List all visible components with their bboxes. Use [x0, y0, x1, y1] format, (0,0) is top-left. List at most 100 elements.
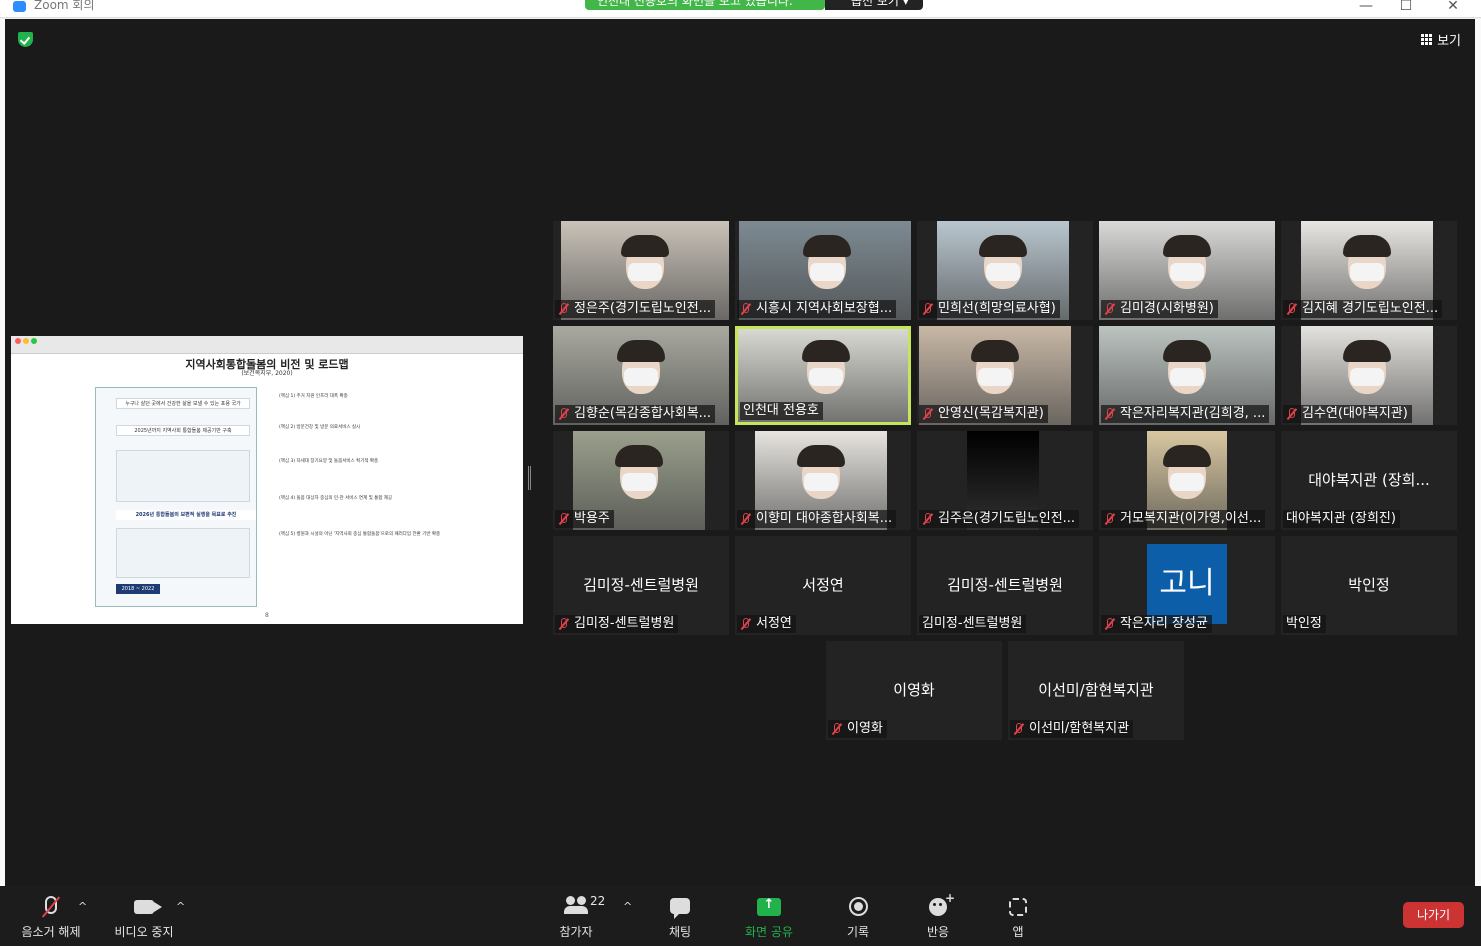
split-resize-handle[interactable] — [528, 466, 531, 490]
participant-tile[interactable]: 김미경(시화병원) — [1099, 221, 1275, 320]
share-screen-button[interactable]: 화면 공유 — [738, 886, 800, 946]
view-label: 보기 — [1437, 34, 1461, 49]
vision-diagram: 누구나 살던 곳에서 건강한 삶을 보낼 수 있는 포용 국가 2025년까지 … — [95, 387, 257, 607]
profile-avatar: 고니 — [1147, 544, 1227, 624]
participant-name: 이영화 — [847, 721, 883, 736]
participant-nameplate: 김미정-센트럴병원 — [919, 615, 1027, 633]
participant-tile[interactable]: 작은자리복지관(김희경, ... — [1099, 326, 1275, 425]
participant-nameplate: 시흥시 지역사회보장협... — [737, 300, 897, 318]
participant-tile[interactable]: 인천대 전용호 — [735, 326, 911, 425]
participant-tile[interactable]: 박용주 — [553, 431, 729, 530]
participant-nameplate: 김주은(경기도립노인전... — [919, 510, 1080, 528]
zoom-dot-icon — [31, 338, 37, 344]
participant-nameplate: 김지혜 경기도립노인전... — [1283, 300, 1443, 318]
viewer-toolbar — [11, 336, 523, 354]
body-item: (핵심 5) 병원과 시설의 아닌 '지역사회 중심 통합돌봄'으로의 패러다임… — [279, 532, 441, 537]
participant-nameplate: 안영신(목감복지관) — [919, 405, 1048, 423]
participant-tile[interactable]: 김주은(경기도립노인전... — [917, 431, 1093, 530]
participant-tile[interactable]: 김미정-센트럴병원 김미정-센트럴병원 — [917, 536, 1093, 635]
participant-tile[interactable]: 이선미/함현복지관 이선미/함현복지관 — [1008, 641, 1184, 740]
participant-tile[interactable]: 거모복지관(이가영,이선... — [1099, 431, 1275, 530]
chat-button[interactable]: 채팅 — [658, 886, 702, 946]
hair — [617, 340, 665, 362]
hair — [615, 445, 663, 467]
hair — [1343, 235, 1391, 257]
microphone-muted-icon — [740, 303, 751, 315]
meeting-toolbar: 음소거 해제 ^ 비디오 중지 ^ 22 참가자 ^ 채팅 화면 공유 기록 반… — [0, 886, 1481, 946]
hair — [621, 235, 669, 257]
participant-display-name: 이선미/함현복지관 — [1038, 681, 1154, 699]
participant-tile[interactable]: 김미정-센트럴병원 김미정-센트럴병원 — [553, 536, 729, 635]
stop-video-button[interactable]: 비디오 중지 — [108, 886, 180, 946]
hair — [803, 235, 851, 257]
viewing-notice: 인천대 전용호의 화면을 보고 있습니다. — [585, 0, 825, 10]
participant-tile[interactable]: 이영화 이영화 — [826, 641, 1002, 740]
participant-nameplate: 대야복지관 (장희진) — [1283, 510, 1400, 528]
record-button[interactable]: 기록 — [836, 886, 880, 946]
view-button[interactable]: 보기 — [1421, 30, 1461, 49]
microphone-muted-icon — [1286, 303, 1297, 315]
participant-tile[interactable]: 김향순(목감종합사회복... — [553, 326, 729, 425]
participant-tile[interactable]: 안영신(목감복지관) — [917, 326, 1093, 425]
face-mask — [1350, 368, 1384, 386]
participant-tile[interactable]: 민희선(희망의료사협) — [917, 221, 1093, 320]
minimize-button[interactable]: — — [1356, 0, 1376, 14]
period-label: 2018 ~ 2022 — [116, 584, 160, 594]
microphone-muted-icon — [1104, 303, 1115, 315]
participant-name: 이선미/함현복지관 — [1029, 721, 1130, 736]
body-item: (핵심 3) 차세대 장기요양 및 돌봄서비스 획기적 확충 — [279, 459, 379, 464]
view-options-button[interactable]: 옵션 보기 ▾ — [825, 0, 923, 10]
participant-nameplate: 작은자리 장성균 — [1101, 615, 1212, 633]
participants-options-chevron-icon[interactable]: ^ — [623, 900, 632, 913]
security-shield-icon[interactable] — [18, 32, 33, 47]
face-mask — [628, 263, 662, 281]
close-dot-icon — [15, 338, 21, 344]
participant-tile[interactable]: 박인정 박인정 — [1281, 536, 1457, 635]
unmute-label: 음소거 해제 — [21, 925, 81, 939]
hair — [971, 340, 1019, 362]
slide-page-number: 8 — [265, 612, 269, 619]
leave-button[interactable]: 나가기 — [1403, 902, 1464, 928]
hair — [1163, 340, 1211, 362]
shared-screen[interactable]: 지역사회통합돌봄의 비전 및 로드맵 (보건복지부, 2020) 누구나 살던 … — [11, 336, 523, 624]
participant-display-name: 대야복지관 (장희... — [1308, 471, 1430, 489]
close-button[interactable]: ✕ — [1443, 0, 1463, 14]
participant-tile[interactable]: 이향미 대야종합사회복... — [735, 431, 911, 530]
participants-button[interactable]: 22 참가자 — [548, 886, 605, 946]
participant-nameplate: 박인정 — [1283, 615, 1326, 633]
participant-tile[interactable]: 대야복지관 (장희... 대야복지관 (장희진) — [1281, 431, 1457, 530]
participant-nameplate: 서정연 — [737, 615, 796, 633]
share-screen-label: 화면 공유 — [745, 925, 793, 939]
minimize-dot-icon — [23, 338, 29, 344]
participant-tile[interactable]: 시흥시 지역사회보장협... — [735, 221, 911, 320]
participant-name: 김미경(시화병원) — [1120, 301, 1214, 316]
maximize-button[interactable]: ☐ — [1396, 0, 1416, 14]
participant-name: 민희선(희망의료사협) — [938, 301, 1056, 316]
face-mask — [1170, 368, 1204, 386]
participant-display-name: 이영화 — [893, 681, 935, 699]
body-item: (핵심 2) 방문건강 및 방문 의료서비스 실시 — [279, 424, 361, 430]
participant-name: 정은주(경기도립노인전... — [574, 301, 712, 316]
participant-tile[interactable]: 정은주(경기도립노인전... — [553, 221, 729, 320]
hair — [797, 445, 845, 467]
audio-options-chevron-icon[interactable]: ^ — [78, 900, 87, 913]
record-icon — [848, 897, 868, 916]
participant-tile[interactable]: 김수연(대야복지관) — [1281, 326, 1457, 425]
participant-display-name: 박인정 — [1348, 576, 1390, 594]
record-label: 기록 — [846, 925, 870, 939]
title-bar: Zoom 회의 인천대 전용호의 화면을 보고 있습니다. 옵션 보기 ▾ — … — [0, 0, 1481, 18]
participant-name: 김지혜 경기도립노인전... — [1302, 301, 1439, 316]
apps-button[interactable]: 앱 — [996, 886, 1040, 946]
participant-tile[interactable]: 서정연 서정연 — [735, 536, 911, 635]
participant-tile[interactable]: 김지혜 경기도립노인전... — [1281, 221, 1457, 320]
participant-tile[interactable]: 고니 작은자리 장성균 — [1099, 536, 1275, 635]
goal-band: 2025년까지 지역사회 통합돌봄 제공기반 구축 — [116, 425, 250, 436]
grid-icon — [1421, 34, 1433, 45]
face-mask — [624, 368, 658, 386]
unmute-button[interactable]: 음소거 해제 — [12, 886, 90, 946]
participant-name: 인천대 전용호 — [743, 403, 819, 418]
video-options-chevron-icon[interactable]: ^ — [176, 900, 185, 913]
participant-name: 김미정-센트럴병원 — [922, 616, 1023, 631]
participant-nameplate: 정은주(경기도립노인전... — [555, 300, 716, 318]
reactions-button[interactable]: 반응 — [916, 886, 960, 946]
